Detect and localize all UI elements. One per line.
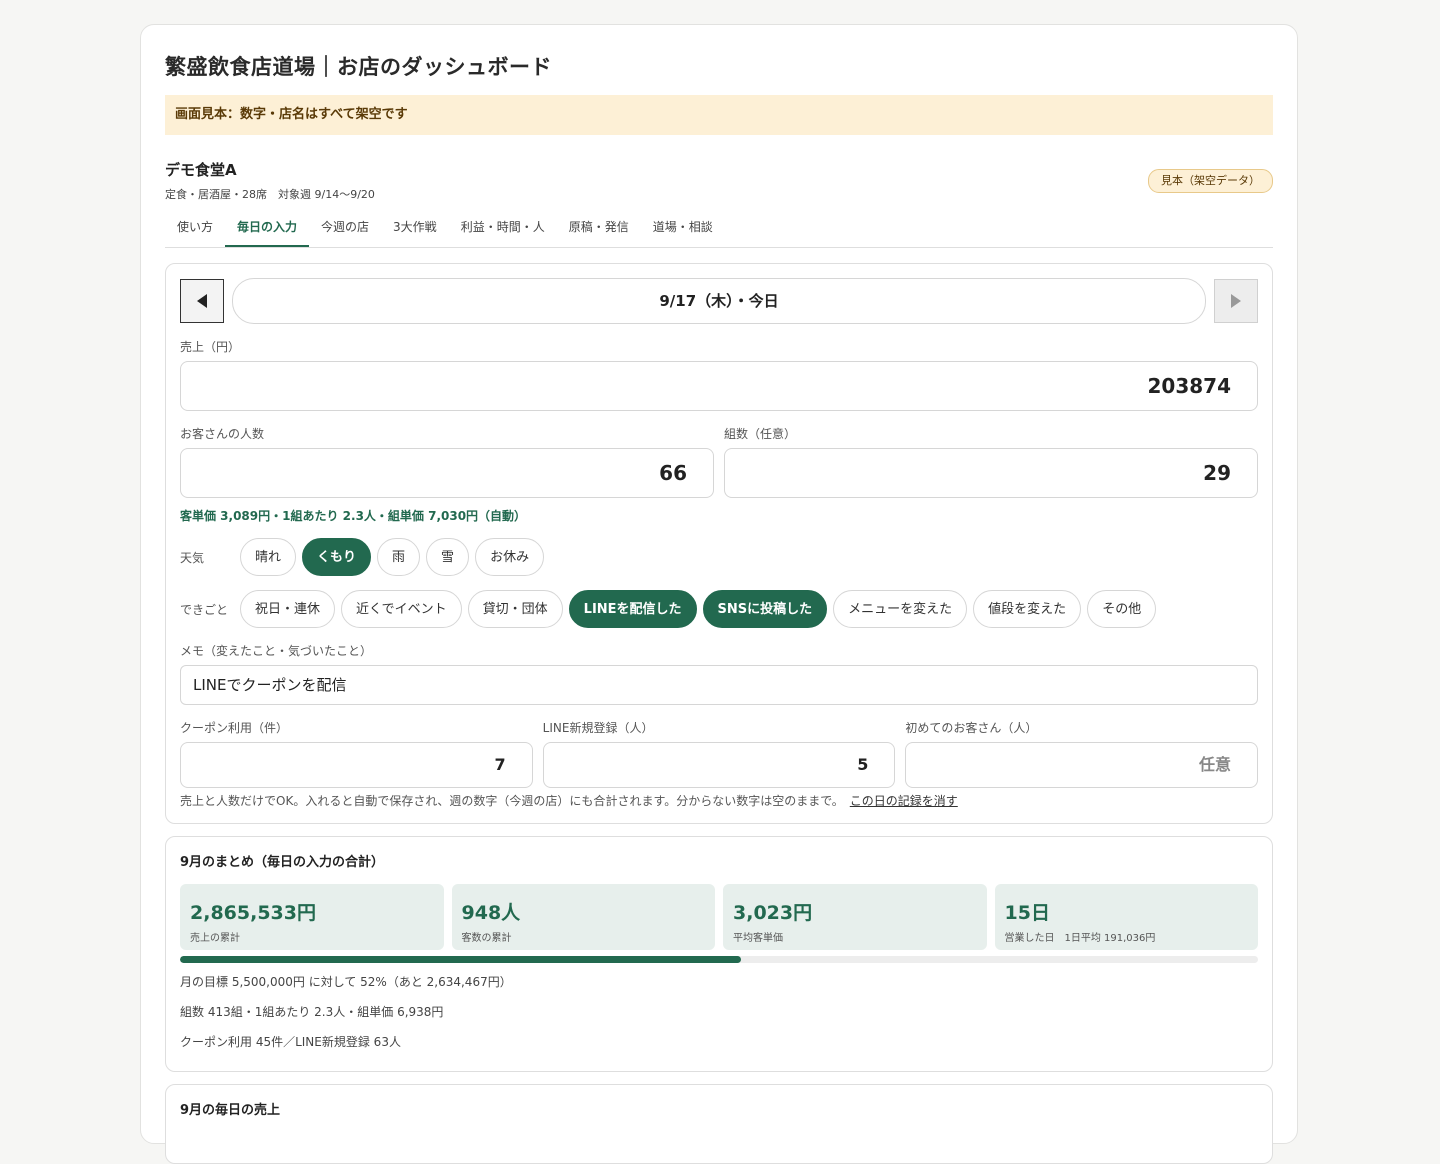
tab-strategies[interactable]: 3大作戦: [381, 211, 449, 247]
sales-input[interactable]: 203874: [180, 361, 1258, 411]
tab-dojo[interactable]: 道場・相談: [641, 211, 725, 247]
event-chip[interactable]: 値段を変えた: [973, 590, 1082, 628]
weather-selector: 天気 晴れ くもり雨雪お休み: [180, 538, 1258, 576]
sales-label: 売上（円）: [180, 340, 241, 354]
arrow-right-icon: [1231, 294, 1241, 308]
tab-drafts[interactable]: 原稿・発信: [557, 211, 641, 247]
next-day-button[interactable]: [1214, 279, 1258, 323]
store-meta: 定食・居酒屋・28席 対象週 9/14〜9/20: [165, 188, 375, 201]
auto-calc-summary: 客単価 3,089円・1組あたり 2.3人・組単価 7,030円（自動）: [180, 509, 527, 523]
page-title: 繁盛飲食店道場｜お店のダッシュボード: [165, 55, 552, 79]
store-header: デモ食堂A 定食・居酒屋・28席 対象週 9/14〜9/20 見本（架空データ）: [165, 159, 1273, 203]
weather-chip[interactable]: 雨: [377, 538, 421, 576]
tab-daily-input[interactable]: 毎日の入力: [225, 211, 310, 247]
stat-value: 948人: [461, 902, 521, 924]
current-date[interactable]: 9/17（木）・今日: [232, 278, 1206, 324]
goal-progress-fill: [180, 956, 741, 963]
coupon-label: クーポン利用（件）: [180, 721, 289, 735]
customers-input[interactable]: 66: [180, 448, 714, 498]
event-chip[interactable]: メニューを変えた: [833, 590, 968, 628]
stat-value: 15日: [1004, 902, 1050, 924]
weather-chip[interactable]: 雪: [426, 538, 470, 576]
tab-this-week[interactable]: 今週の店: [309, 211, 381, 247]
stat-label: 営業した日 1日平均 191,036円: [1004, 933, 1156, 944]
groups-summary-text: 組数 413組・1組あたり 2.3人・組単価 6,938円: [180, 1005, 444, 1019]
events-selector: できごと 祝日・連休 近くでイベント 貸切・団体 LINEを配信した SNSに投稿したメ…: [180, 590, 1258, 628]
event-chip[interactable]: その他: [1087, 590, 1157, 628]
first-visit-input[interactable]: 任意: [905, 742, 1259, 788]
memo-label: メモ（変えたこと・気づいたこと）: [180, 644, 373, 658]
stat-sales-total: 2,865,533円 売上の累計: [180, 884, 444, 950]
memo-input[interactable]: LINEでクーポンを配信: [180, 665, 1258, 705]
clear-record-link[interactable]: この日の記録を消す: [850, 794, 958, 808]
customers-label: お客さんの人数: [180, 427, 265, 441]
sample-badge: 見本（架空データ）: [1148, 169, 1273, 193]
date-navigator: 9/17（木）・今日: [180, 278, 1258, 324]
stat-label: 客数の累計: [461, 933, 512, 944]
summary-stats: 2,865,533円 売上の累計 948人 客数の累計 3,023円 平均客単価…: [180, 884, 1258, 950]
event-chip[interactable]: 近くでイベント: [341, 590, 462, 628]
stat-label: 売上の累計: [190, 933, 240, 944]
groups-input[interactable]: 29: [724, 448, 1258, 498]
summary-title: 9月のまとめ（毎日の入力の合計）: [180, 855, 385, 870]
daily-entry-panel: 9/17（木）・今日 売上（円） 203874 お客さんの人数 66 組数（任意…: [165, 263, 1273, 824]
event-chip[interactable]: 祝日・連休: [240, 590, 336, 628]
coupon-input[interactable]: 7: [180, 742, 533, 788]
hint-text: 売上と人数だけでOK。入れると自動で保存され、週の数字（今週の店）にも合計されま…: [180, 794, 844, 808]
goal-text: 月の目標 5,500,000円 に対して 52%（あと 2,634,467円）: [180, 975, 512, 989]
weather-chip[interactable]: くもり: [302, 538, 372, 576]
stat-open-days: 15日 営業した日 1日平均 191,036円: [994, 884, 1258, 950]
tab-profit[interactable]: 利益・時間・人: [449, 211, 557, 247]
groups-label: 組数（任意）: [724, 427, 797, 441]
goal-progress-bar: [180, 956, 1258, 963]
stat-value: 3,023円: [733, 902, 813, 924]
daily-sales-panel: 9月の毎日の売上: [165, 1084, 1273, 1164]
store-name: デモ食堂A: [165, 161, 237, 179]
weather-chip[interactable]: 晴れ: [240, 538, 297, 576]
arrow-left-icon: [197, 294, 207, 308]
stat-value: 2,865,533円: [190, 902, 316, 924]
prev-day-button[interactable]: [180, 279, 224, 323]
weather-label: 天気: [180, 550, 205, 565]
stat-label: 平均客単価: [733, 933, 783, 944]
weather-chip[interactable]: お休み: [475, 538, 545, 576]
stat-avg-spend: 3,023円 平均客単価: [723, 884, 987, 950]
sample-notice: 画面見本：数字・店名はすべて架空です: [165, 95, 1273, 135]
event-chip[interactable]: SNSに投稿した: [702, 590, 828, 628]
tab-bar: 使い方 毎日の入力 今週の店 3大作戦 利益・時間・人 原稿・発信 道場・相談: [165, 211, 1273, 248]
line-signup-input[interactable]: 5: [542, 742, 896, 788]
entry-hint: 売上と人数だけでOK。入れると自動で保存され、週の数字（今週の店）にも合計されま…: [180, 792, 1258, 809]
events-label: できごと: [180, 602, 229, 617]
monthly-summary-panel: 9月のまとめ（毎日の入力の合計） 2,865,533円 売上の累計 948人 客…: [165, 836, 1273, 1072]
line-signup-label: LINE新規登録（人）: [542, 721, 654, 735]
coupon-summary-text: クーポン利用 45件／LINE新規登録 63人: [180, 1035, 401, 1049]
daily-sales-title: 9月の毎日の売上: [180, 1103, 281, 1118]
event-chip[interactable]: 貸切・団体: [467, 590, 563, 628]
tab-howto[interactable]: 使い方: [165, 211, 225, 247]
first-visit-label: 初めてのお客さん（人）: [905, 721, 1038, 735]
dashboard-card: 繁盛飲食店道場｜お店のダッシュボード 画面見本：数字・店名はすべて架空です デモ…: [140, 24, 1298, 1164]
event-chip[interactable]: LINEを配信した: [568, 590, 697, 628]
stat-customers-total: 948人 客数の累計: [451, 884, 715, 950]
